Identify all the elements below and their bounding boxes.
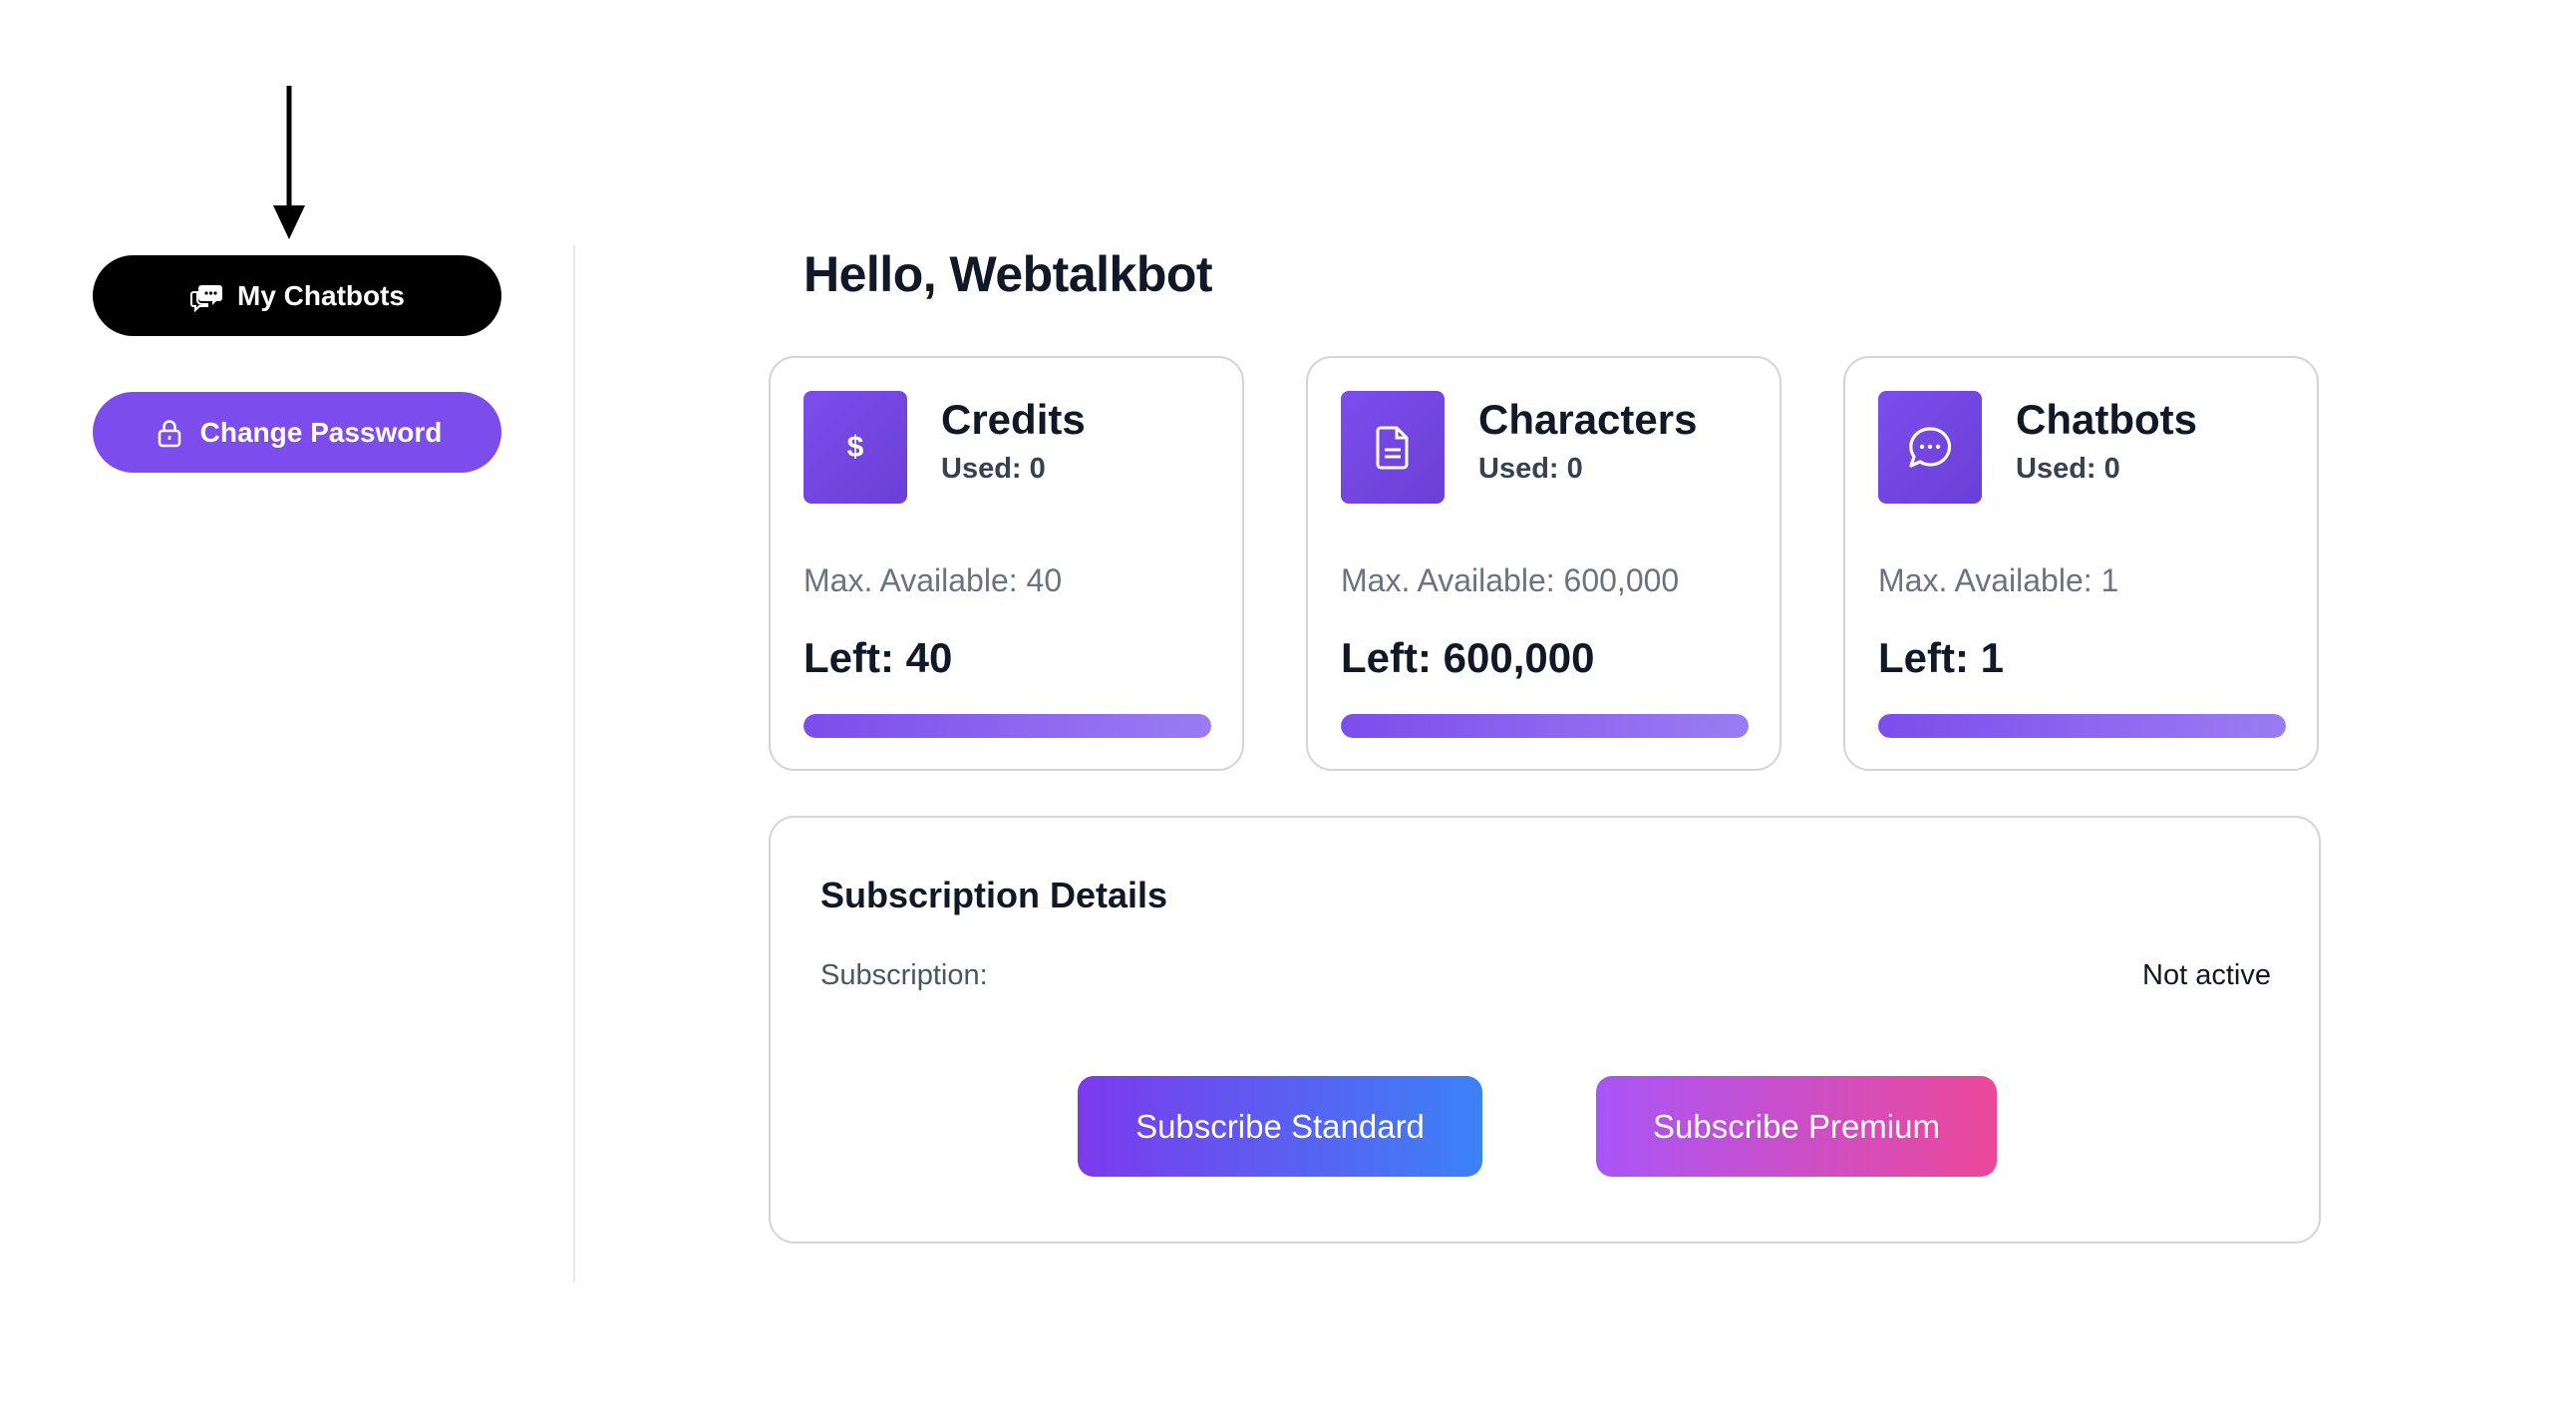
dollar-icon: $ bbox=[804, 391, 907, 504]
annotation-arrow-down bbox=[273, 86, 305, 239]
my-chatbots-label: My Chatbots bbox=[237, 279, 405, 311]
card-used: Used: 0 bbox=[2016, 453, 2120, 485]
page: My Chatbots Change Password Hello, Webta… bbox=[0, 0, 2576, 1424]
progress-bar bbox=[1341, 714, 1749, 738]
progress-bar bbox=[1878, 714, 2286, 738]
sidebar: My Chatbots Change Password bbox=[93, 255, 501, 473]
subscribe-standard-button[interactable]: Subscribe Standard bbox=[1078, 1076, 1482, 1177]
card-max-available: Max. Available: 1 bbox=[1878, 562, 2119, 598]
page-title: Hello, Webtalkbot bbox=[804, 246, 1213, 302]
change-password-button[interactable]: Change Password bbox=[93, 392, 501, 473]
subscription-details-panel: Subscription Details Subscription: Not a… bbox=[769, 816, 2321, 1244]
card-title: Credits bbox=[941, 396, 1086, 443]
card-max-available: Max. Available: 40 bbox=[804, 562, 1063, 598]
progress-bar bbox=[804, 714, 1211, 738]
progress-fill bbox=[804, 714, 1211, 738]
credits-card: $ Credits Used: 0 Max. Available: 40 Lef… bbox=[769, 356, 1244, 771]
card-left: Left: 1 bbox=[1878, 634, 2004, 681]
subscription-title: Subscription Details bbox=[820, 875, 1168, 915]
card-used: Used: 0 bbox=[941, 453, 1046, 485]
subscription-status: Not active bbox=[2142, 959, 2271, 991]
card-left: Left: 40 bbox=[804, 634, 953, 681]
card-max-available: Max. Available: 600,000 bbox=[1341, 562, 1680, 598]
card-title: Chatbots bbox=[2016, 396, 2197, 443]
card-used: Used: 0 bbox=[1478, 453, 1583, 485]
card-left: Left: 600,000 bbox=[1341, 634, 1595, 681]
svg-text:$: $ bbox=[847, 431, 864, 464]
lock-icon bbox=[153, 416, 186, 450]
subscription-label: Subscription: bbox=[820, 959, 988, 991]
subscribe-premium-button[interactable]: Subscribe Premium bbox=[1596, 1076, 1997, 1177]
document-icon bbox=[1341, 391, 1445, 504]
chat-bubbles-icon bbox=[189, 279, 223, 313]
my-chatbots-button[interactable]: My Chatbots bbox=[93, 255, 501, 336]
change-password-label: Change Password bbox=[199, 416, 443, 448]
progress-fill bbox=[1341, 714, 1749, 738]
card-title: Characters bbox=[1478, 396, 1698, 443]
characters-card: Characters Used: 0 Max. Available: 600,0… bbox=[1306, 356, 1781, 771]
sidebar-divider bbox=[573, 245, 575, 1282]
message-bubble-icon bbox=[1878, 391, 1982, 504]
progress-fill bbox=[1878, 714, 2286, 738]
chatbots-card: Chatbots Used: 0 Max. Available: 1 Left:… bbox=[1843, 356, 2319, 771]
